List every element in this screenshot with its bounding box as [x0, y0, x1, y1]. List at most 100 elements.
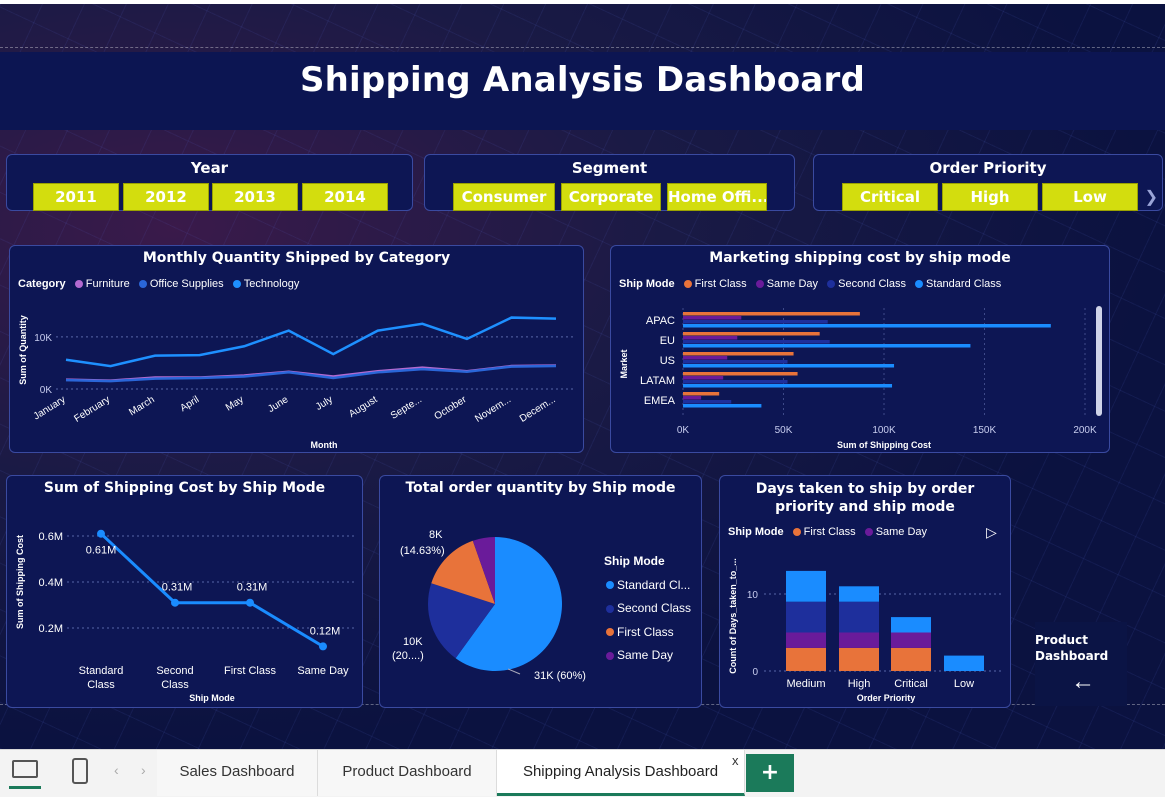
bar-critical-standard-class	[891, 617, 931, 633]
priority-chip-critical[interactable]: Critical	[842, 183, 938, 211]
standard-class-dot-icon	[606, 581, 614, 589]
bar-emea-standard-class	[683, 404, 762, 408]
pie-legend-title: Ship Mode	[604, 554, 665, 568]
year-slicer: Year 2011 2012 2013 2014	[6, 154, 413, 211]
pie-legend-same-day: Same Day	[617, 648, 674, 662]
x-axis-title: Month	[311, 440, 338, 450]
series-line-technology	[65, 316, 557, 368]
bar-latam-second-class	[683, 380, 788, 384]
data-point-same-day	[319, 642, 327, 651]
bar-eu-same-day	[683, 336, 738, 340]
dashboard-canvas: Shipping Analysis Dashboard Year 2011 20…	[0, 4, 1165, 749]
y-axis-title: Market	[619, 349, 629, 378]
y-tick-label: EU	[660, 335, 675, 347]
bar-latam-standard-class	[683, 384, 893, 388]
x-tick-label: Critical	[894, 678, 928, 690]
data-label: 0.31M	[162, 582, 193, 594]
bar-high-standard-class	[839, 586, 879, 602]
x-tick-label: Standard	[79, 665, 124, 677]
x-tick-label: 0K	[677, 425, 690, 436]
bar-us-first-class	[683, 352, 794, 356]
x-tick-label: Septe...	[389, 394, 424, 422]
year-chip-2014[interactable]: 2014	[302, 183, 388, 211]
year-chip-2012[interactable]: 2012	[123, 183, 209, 211]
y-tick-label: EMEA	[644, 395, 676, 407]
bar-emea-same-day	[683, 396, 702, 400]
data-label: 0.12M	[310, 625, 341, 637]
segment-chip-corporate[interactable]: Corporate	[561, 183, 661, 211]
shipcost-chart-svg: 0.6M 0.4M 0.2M 0.61M 0.31M 0.31M 0.12M Standard…	[15, 529, 355, 703]
x-tick-label: March	[127, 394, 156, 418]
bar-eu-first-class	[683, 332, 820, 336]
tab-product-dashboard[interactable]: Product Dashboard	[318, 750, 497, 796]
priority-chip-low[interactable]: Low	[1042, 183, 1138, 211]
desktop-view-icon[interactable]	[12, 760, 38, 778]
segment-slicer: Segment Consumer Corporate Home Offi...	[424, 154, 795, 211]
year-chip-2013[interactable]: 2013	[212, 183, 298, 211]
x-tick-label: 200K	[1073, 425, 1097, 436]
second-class-dot-icon	[606, 604, 614, 613]
data-label: (14.63%)	[400, 545, 445, 557]
first-class-dot-icon	[606, 628, 614, 636]
page-tab-bar: ‹ › Sales Dashboard Product Dashboard Sh…	[0, 749, 1165, 797]
days-taken-chart: Days taken to ship by order priority and…	[719, 475, 1011, 708]
product-dashboard-nav-button[interactable]: Product Dashboard ←	[1035, 622, 1127, 706]
x-tick-label: High	[848, 678, 871, 690]
x-tick-label: October	[432, 394, 469, 423]
x-tick-label: February	[72, 394, 112, 425]
x-tick-label: April	[178, 394, 201, 414]
tab-shipping-analysis-dashboard[interactable]: Shipping Analysis Dashboard	[497, 750, 745, 796]
nav-button-label-line2: Dashboard	[1035, 649, 1109, 663]
bar-latam-first-class	[683, 372, 798, 376]
y-tick-label: 10	[747, 590, 759, 601]
pie-legend-second: Second Class	[617, 601, 692, 615]
segment-chip-consumer[interactable]: Consumer	[453, 183, 555, 211]
pie-legend: Ship Mode Standard Cl... Second Class Fi…	[604, 550, 691, 668]
bar-emea-first-class	[683, 392, 720, 396]
close-tab-icon[interactable]: x	[732, 753, 739, 768]
monthly-chart-svg: 0K 10K January February March April May June Jul…	[18, 315, 576, 450]
y-axis-title: Sum of Shipping Cost	[15, 535, 25, 629]
x-tick-label: Second	[156, 665, 193, 677]
x-tick-label: July	[314, 394, 335, 413]
bar-emea-second-class	[683, 400, 732, 404]
mobile-view-icon[interactable]	[72, 758, 88, 784]
x-tick-label: Same Day	[297, 665, 349, 677]
back-arrow-icon: ←	[1071, 668, 1095, 695]
scroll-right-icon[interactable]: ›	[141, 762, 146, 778]
y-axis-title: Count of Days_taken_to_...	[728, 558, 738, 674]
tab-sales-dashboard[interactable]: Sales Dashboard	[157, 750, 318, 796]
page-title: Shipping Analysis Dashboard	[299, 60, 866, 100]
bar-low-standard-class	[944, 655, 984, 671]
bar-latam-same-day	[683, 376, 724, 380]
pie-legend-standard: Standard Cl...	[617, 577, 691, 592]
bar-apac-same-day	[683, 316, 742, 320]
x-tick-label: January	[32, 394, 68, 422]
bar-apac-standard-class	[683, 324, 1051, 328]
segment-slicer-title: Segment	[571, 159, 648, 177]
priority-chip-high[interactable]: High	[942, 183, 1038, 211]
days-chart-svg: 0 10 Medium High Critical Low Order Priority Co…	[728, 558, 1002, 703]
bar-medium-standard-class	[786, 570, 826, 602]
x-tick-label: Novem...	[473, 394, 513, 425]
y-tick-label: 0	[752, 667, 758, 678]
data-label: 0.31M	[237, 582, 268, 594]
x-tick-label: 100K	[872, 425, 896, 436]
slicer-next-chevron-icon[interactable]: ❯	[1145, 187, 1158, 207]
scroll-left-icon[interactable]: ‹	[114, 762, 119, 778]
data-point-first-class	[246, 598, 254, 607]
add-page-button[interactable]: +	[746, 754, 794, 792]
y-tick-label: 0.6M	[39, 531, 63, 543]
y-tick-label: US	[660, 355, 675, 367]
monthly-quantity-chart: Monthly Quantity Shipped by Category Cat…	[9, 245, 584, 453]
data-point-second-class	[171, 598, 179, 607]
year-chip-2011[interactable]: 2011	[33, 183, 119, 211]
segment-chip-home-office[interactable]: Home Offi...	[667, 183, 767, 211]
x-tick-label: 50K	[775, 425, 793, 436]
bar-critical-same-day	[891, 632, 931, 648]
x-axis-title: Ship Mode	[189, 693, 235, 703]
data-label: 8K	[429, 529, 443, 541]
bar-high-second-class	[839, 601, 879, 633]
x-axis-title: Sum of Shipping Cost	[837, 440, 931, 450]
x-tick-label: Decem...	[518, 394, 558, 425]
